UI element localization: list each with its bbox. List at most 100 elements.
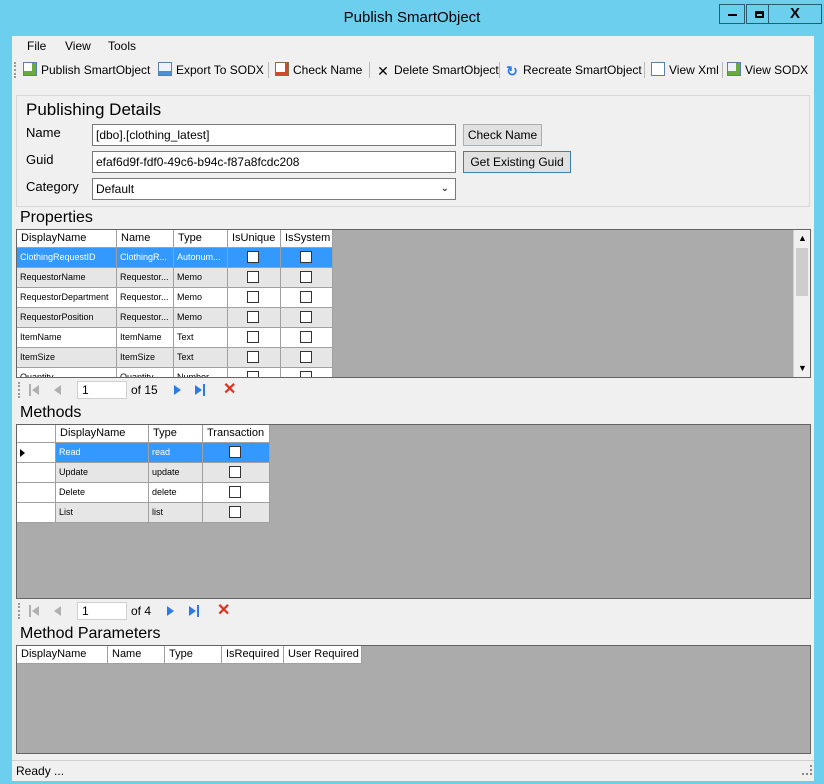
table-cell[interactable] [228, 248, 281, 268]
table-cell[interactable] [203, 463, 270, 483]
issystem-checkbox[interactable] [300, 311, 312, 323]
issystem-checkbox[interactable] [300, 371, 312, 377]
nav-grip[interactable] [18, 603, 23, 619]
move-first-arrow-icon[interactable] [32, 606, 39, 616]
issystem-checkbox[interactable] [300, 271, 312, 283]
menu-view[interactable]: View [65, 36, 91, 56]
properties-scrollbar[interactable]: ▲ ▼ [793, 230, 810, 377]
guid-field[interactable]: efaf6d9f-fdf0-49c6-b94c-f87a8fcdc208 [92, 151, 456, 173]
table-cell[interactable]: Autonum... [174, 248, 228, 268]
table-cell[interactable]: ClothingRequestID [17, 248, 117, 268]
column-header-user-required[interactable]: User Required [284, 646, 362, 664]
transaction-checkbox[interactable] [229, 486, 241, 498]
column-header-type[interactable]: Type [174, 230, 228, 248]
move-next-icon[interactable] [167, 606, 174, 616]
column-header-issystem[interactable]: IsSystem [281, 230, 333, 248]
move-first-icon[interactable] [29, 605, 31, 617]
issystem-checkbox[interactable] [300, 251, 312, 263]
table-cell[interactable]: Requestor... [117, 288, 174, 308]
close-button[interactable]: X [768, 4, 822, 24]
table-cell[interactable] [281, 308, 333, 328]
isunique-checkbox[interactable] [247, 291, 259, 303]
table-cell[interactable] [228, 328, 281, 348]
table-cell[interactable]: RequestorName [17, 268, 117, 288]
table-cell[interactable]: delete [149, 483, 203, 503]
table-cell[interactable]: ItemSize [117, 348, 174, 368]
move-last-arrow-icon[interactable] [195, 385, 202, 395]
row-header[interactable] [17, 463, 56, 483]
move-last-arrow-icon[interactable] [189, 606, 196, 616]
table-cell[interactable]: Quantity [17, 368, 117, 377]
table-cell[interactable] [281, 348, 333, 368]
delete-smartobject-button[interactable]: ✕ Delete SmartObject [376, 60, 499, 80]
transaction-checkbox[interactable] [229, 466, 241, 478]
column-header-type[interactable]: Type [165, 646, 222, 664]
toolbar-grip[interactable] [14, 62, 19, 78]
issystem-checkbox[interactable] [300, 351, 312, 363]
move-next-icon[interactable] [174, 385, 181, 395]
check-name-button[interactable]: Check Name [275, 60, 362, 80]
column-header-displayname[interactable]: DisplayName [17, 646, 108, 664]
table-cell[interactable] [228, 268, 281, 288]
get-existing-guid-button[interactable]: Get Existing Guid [463, 151, 571, 173]
transaction-checkbox[interactable] [229, 506, 241, 518]
table-cell[interactable]: list [149, 503, 203, 523]
row-header[interactable] [17, 443, 56, 463]
move-last-icon[interactable] [197, 605, 199, 617]
table-cell[interactable] [203, 483, 270, 503]
row-header[interactable] [17, 483, 56, 503]
isunique-checkbox[interactable] [247, 371, 259, 377]
publish-smartobject-button[interactable]: Publish SmartObject [23, 60, 150, 80]
column-header-isunique[interactable]: IsUnique [228, 230, 281, 248]
table-cell[interactable]: Memo [174, 308, 228, 328]
table-cell[interactable]: Requestor... [117, 268, 174, 288]
issystem-checkbox[interactable] [300, 331, 312, 343]
scrollbar-thumb[interactable] [796, 248, 808, 296]
table-cell[interactable]: Number [174, 368, 228, 377]
properties-position-input[interactable]: 1 [77, 381, 127, 399]
table-cell[interactable]: ItemName [117, 328, 174, 348]
table-cell[interactable] [203, 443, 270, 463]
move-first-icon[interactable] [29, 384, 31, 396]
resize-grip-icon[interactable] [802, 765, 812, 775]
table-cell[interactable] [228, 348, 281, 368]
table-cell[interactable]: Requestor... [117, 308, 174, 328]
nav-grip[interactable] [18, 382, 23, 398]
table-cell[interactable] [281, 328, 333, 348]
move-previous-icon[interactable] [54, 606, 61, 616]
column-header-name[interactable]: Name [108, 646, 165, 664]
check-name-field-button[interactable]: Check Name [463, 124, 542, 146]
move-first-arrow-icon[interactable] [32, 385, 39, 395]
isunique-checkbox[interactable] [247, 331, 259, 343]
scroll-down-icon[interactable]: ▼ [798, 364, 807, 373]
table-cell[interactable]: Text [174, 348, 228, 368]
transaction-checkbox[interactable] [229, 446, 241, 458]
table-cell[interactable] [281, 368, 333, 377]
delete-row-icon[interactable]: ✕ [217, 603, 230, 619]
row-header-corner[interactable] [17, 425, 56, 443]
delete-row-icon[interactable]: ✕ [223, 382, 236, 398]
table-cell[interactable]: Text [174, 328, 228, 348]
table-cell[interactable] [281, 268, 333, 288]
methods-position-input[interactable]: 1 [77, 602, 127, 620]
table-cell[interactable]: Memo [174, 288, 228, 308]
minimize-button[interactable] [719, 4, 745, 24]
recreate-smartobject-button[interactable]: ↻ Recreate SmartObject [505, 60, 642, 80]
export-sodx-button[interactable]: Export To SODX [158, 60, 264, 80]
name-field[interactable]: [dbo].[clothing_latest] [92, 124, 456, 146]
table-cell[interactable] [228, 368, 281, 377]
table-cell[interactable]: ItemName [17, 328, 117, 348]
view-sodx-button[interactable]: View SODX [727, 60, 808, 80]
isunique-checkbox[interactable] [247, 311, 259, 323]
column-header-type[interactable]: Type [149, 425, 203, 443]
table-cell[interactable]: update [149, 463, 203, 483]
table-cell[interactable]: ClothingR... [117, 248, 174, 268]
table-cell[interactable]: read [149, 443, 203, 463]
menu-tools[interactable]: Tools [108, 36, 136, 56]
table-cell[interactable]: RequestorPosition [17, 308, 117, 328]
table-cell[interactable]: ItemSize [17, 348, 117, 368]
table-cell[interactable] [228, 308, 281, 328]
table-cell[interactable] [203, 503, 270, 523]
table-cell[interactable] [281, 288, 333, 308]
table-cell[interactable]: Delete [56, 483, 149, 503]
